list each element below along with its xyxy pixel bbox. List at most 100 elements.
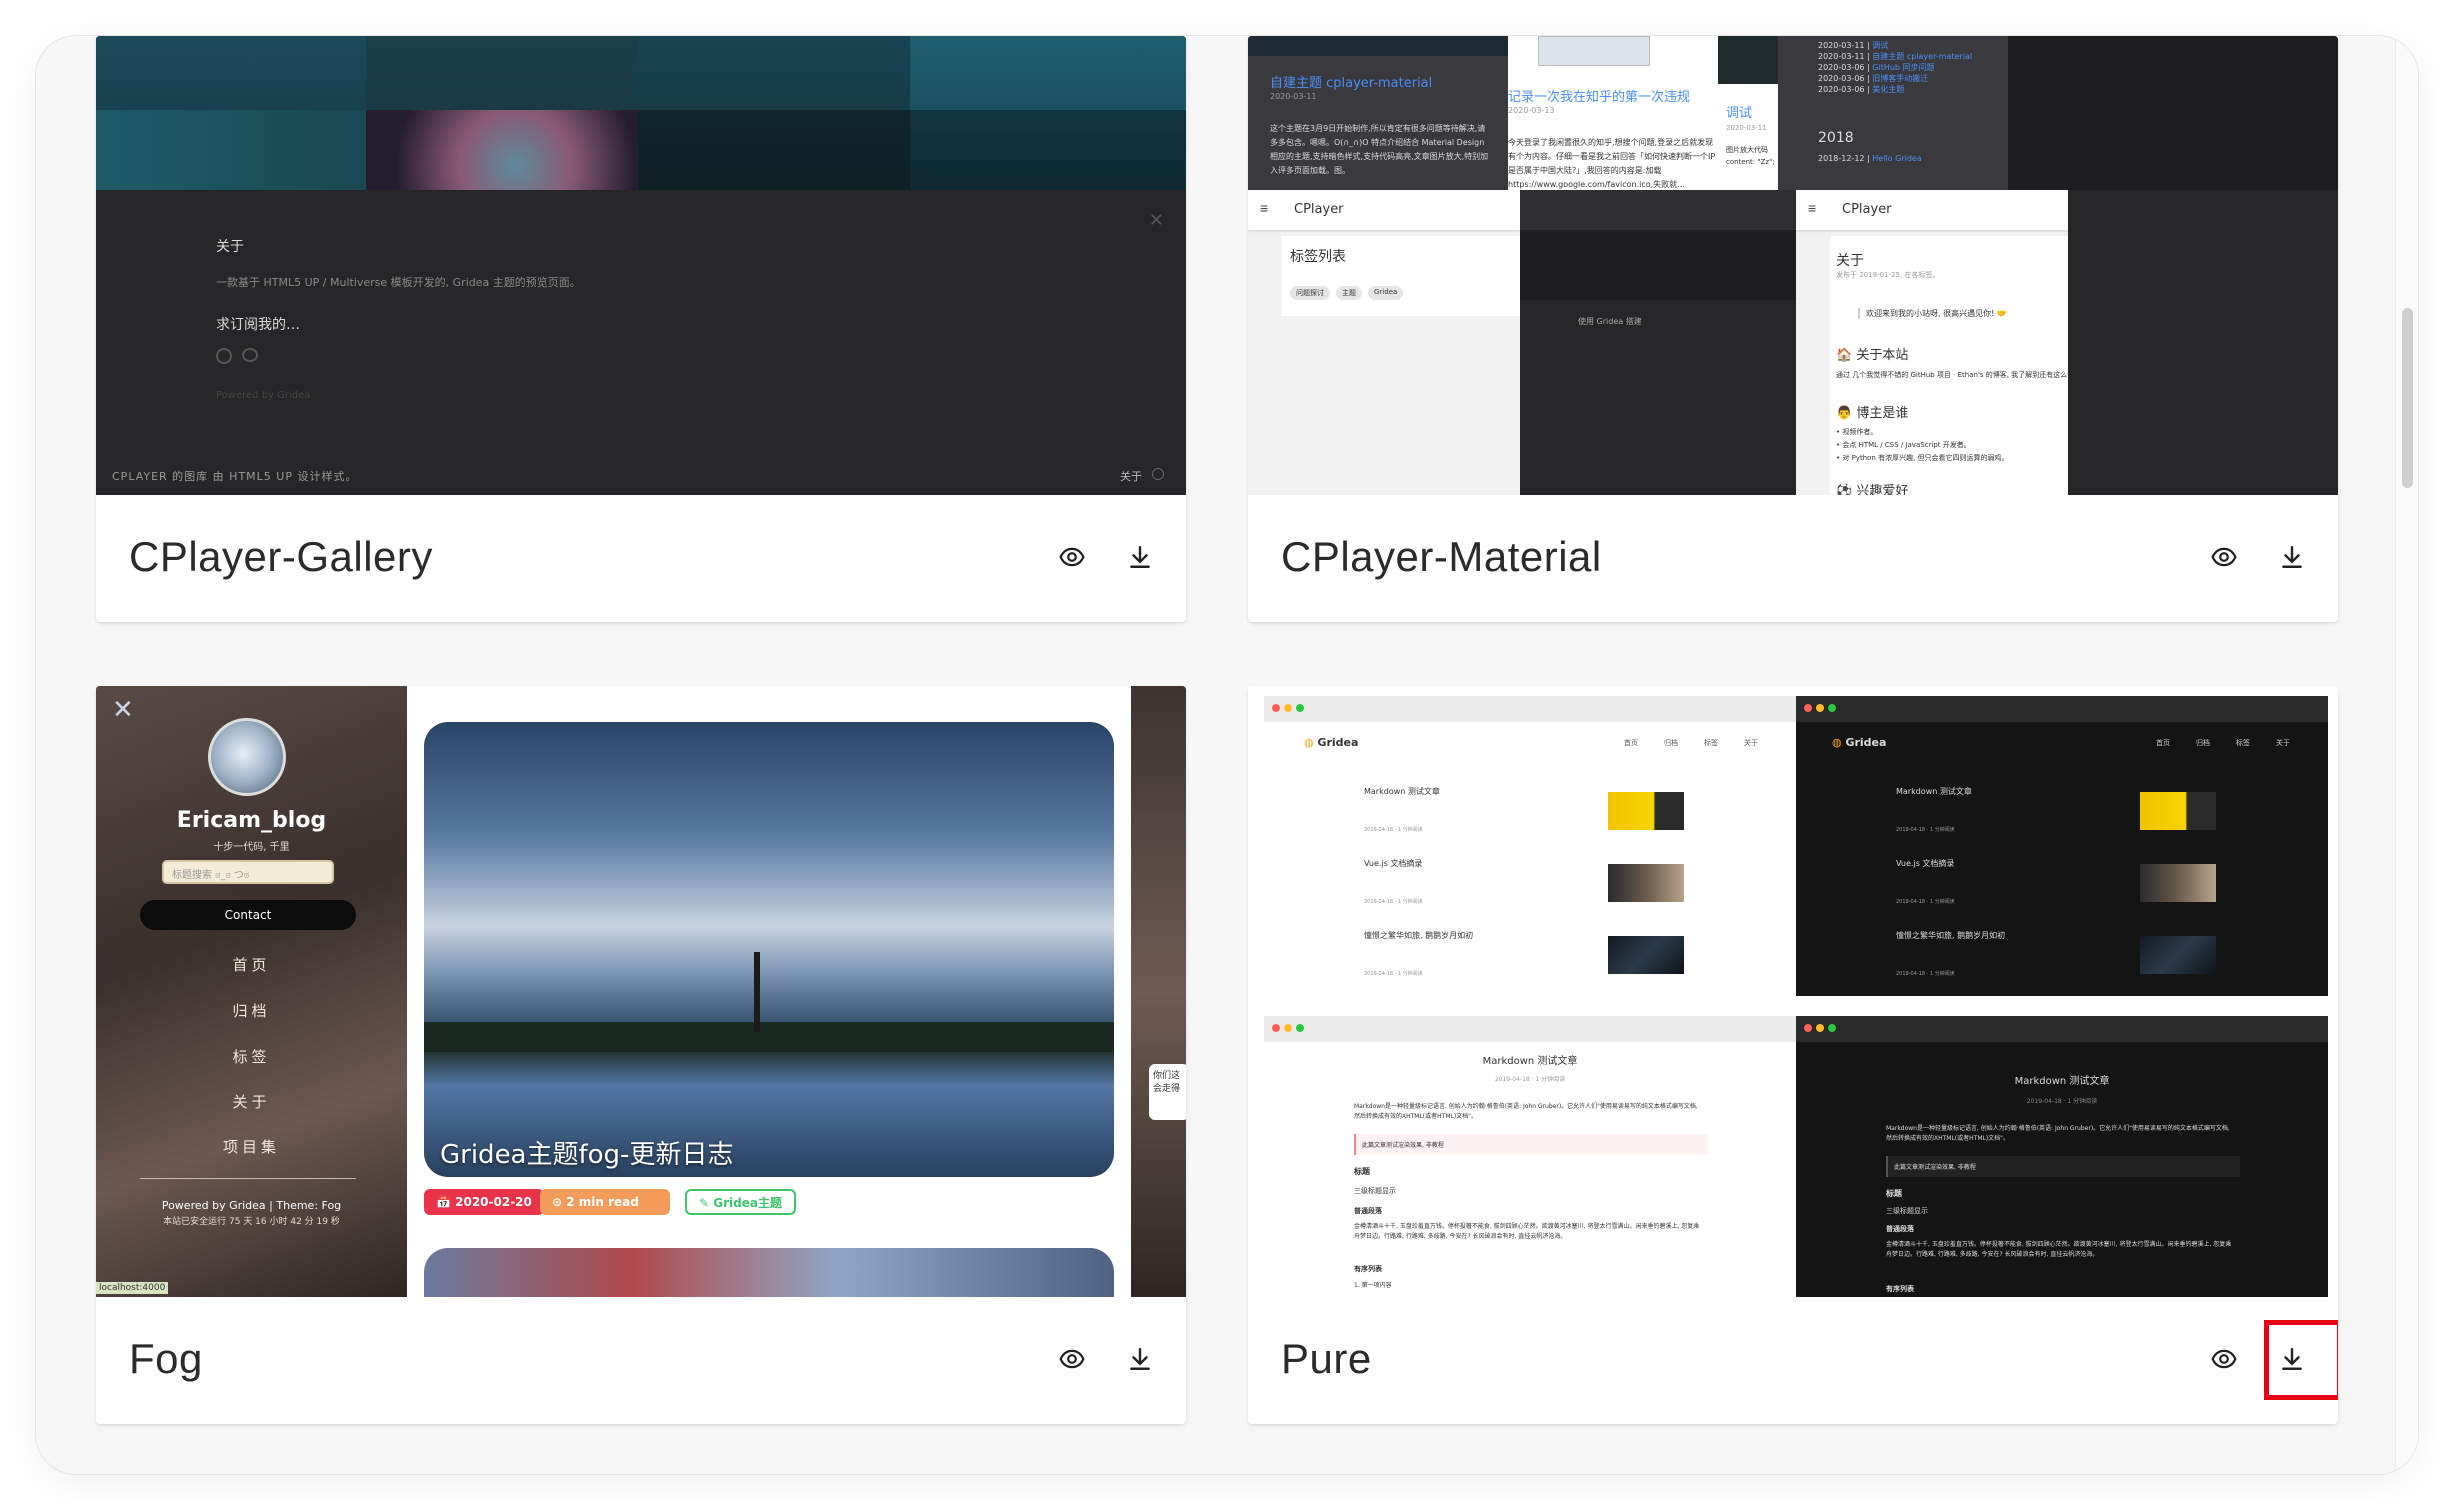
preview-button[interactable] (1050, 535, 1094, 579)
info-icon[interactable] (1152, 468, 1164, 480)
archive-item[interactable]: 2020-03-06 | 旧博客手动搬迁 (1818, 73, 1972, 84)
post-item[interactable]: Markdown 测试文章 2019-04-18 · 1 分钟阅读 (1364, 786, 1684, 850)
eye-icon (1059, 547, 1085, 567)
nav-item[interactable]: 标签 (2236, 738, 2250, 748)
post-title[interactable]: 憧憬之繁华如旅, 鹅鹅岁月如初 (1364, 930, 1473, 941)
pure-light-home: ◍ Gridea 首页 归档 标签 关于 Markdown 测试文章 2019-04-1… (1264, 696, 1796, 996)
post-thumbnail[interactable] (1608, 864, 1684, 902)
download-icon (1130, 1348, 1150, 1370)
nav-item[interactable]: 首页 (1624, 738, 1638, 748)
theme-title: Fog (129, 1335, 203, 1382)
modal-subscribe: 求订阅我的… (216, 317, 300, 333)
nav-item[interactable]: 关于 (1744, 738, 1758, 748)
post-excerpt: 今天登录了我闲置很久的知乎,想搜个问题,登录之后就发现有个为内容。仔细一看是我之… (1508, 138, 1716, 189)
post-item[interactable]: 憧憬之繁华如旅, 鹅鹅岁月如初 2019-04-18 · 1 分钟阅读 (1896, 930, 2216, 994)
archive-item[interactable]: 2020-03-11 | 调试 (1818, 40, 1972, 51)
category-tag[interactable]: ✎ Gridea主题 (685, 1189, 796, 1215)
close-icon[interactable]: ✕ (112, 694, 134, 725)
menu-icon[interactable]: ≡ (1260, 200, 1268, 216)
article-h1: 标题 (1886, 1189, 1902, 1198)
article-quote: 此篇文章测试渲染效果, 非教程 (1886, 1156, 2240, 1177)
nav-item[interactable]: 归档 (2196, 738, 2210, 748)
menu-icon[interactable]: ≡ (1808, 200, 1816, 216)
preview-button[interactable] (2202, 1337, 2246, 1381)
tag-chip[interactable]: 主题 (1336, 286, 1362, 300)
nav-item-about[interactable]: 关于 (96, 1091, 407, 1112)
archive-item[interactable]: 2020-03-11 | 自建主题 cplayer-material (1818, 51, 1972, 62)
post-title[interactable]: 调试 (1726, 102, 1752, 121)
post-thumbnail[interactable] (2140, 792, 2216, 830)
post-meta: 2019-04-18 · 1 分钟阅读 (1364, 899, 1423, 905)
post-thumbnail[interactable] (1608, 936, 1684, 974)
post-item[interactable]: Markdown 测试文章 2019-04-18 · 1 分钟阅读 (1896, 786, 2216, 850)
nav-item[interactable]: 归档 (1664, 738, 1678, 748)
post-title[interactable]: Vue.js 文档摘录 (1364, 858, 1422, 869)
archive-item[interactable]: 2018-12-12 | Hello Gridea (1818, 154, 1922, 163)
tag-chip[interactable]: 问题探讨 (1290, 286, 1330, 300)
eye-icon (2211, 1349, 2237, 1369)
post-thumbnail[interactable] (1608, 792, 1684, 830)
post-item[interactable]: Vue.js 文档摘录 2019-04-18 · 1 分钟阅读 (1364, 858, 1684, 922)
article-intro: Markdown是一种轻量级标记语言, 创始人为约翰·格鲁伯(英语: John … (1354, 1103, 1698, 1120)
theme-preview-image[interactable]: ✕ 关于 一款基于 HTML5 UP / Multiverse 模板开发的, G… (96, 36, 1186, 496)
article-paragraph: 金樽清酒斗十千, 玉盘珍羞直万钱。停杯投箸不能食, 拔剑四顾心茫然。欲渡黄河冰塞… (1354, 1223, 1700, 1240)
nav-item[interactable]: 标签 (1704, 738, 1718, 748)
archive-item[interactable]: 2020-03-06 | GitHub 同步问题 (1818, 62, 1972, 73)
github-icon[interactable] (216, 348, 232, 364)
theme-card-cplayer-gallery: ✕ 关于 一款基于 HTML5 UP / Multiverse 模板开发的, G… (96, 36, 1186, 622)
preview-button[interactable] (1050, 1337, 1094, 1381)
modal-description: 一款基于 HTML5 UP / Multiverse 模板开发的, Gridea… (216, 276, 581, 289)
gallery-footer-right[interactable]: 关于 (1120, 468, 1142, 484)
nav-item[interactable]: 首页 (2156, 738, 2170, 748)
download-button[interactable] (1118, 1337, 1162, 1381)
tags-heading: 标签列表 (1290, 249, 1346, 265)
post-title[interactable]: Markdown 测试文章 (1896, 786, 1972, 797)
post-title[interactable]: 自建主题 cplayer-material (1270, 72, 1432, 91)
theme-card-pure: ◍ Gridea 首页 归档 标签 关于 Markdown 测试文章 2019-04-1… (1248, 686, 2338, 1424)
post-title[interactable]: Markdown 测试文章 (1364, 786, 1440, 797)
post-title[interactable]: 憧憬之繁华如旅, 鹅鹅岁月如初 (1896, 930, 2005, 941)
post-title[interactable]: 记录一次我在知乎的第一次违规 (1508, 86, 1690, 105)
post-thumbnail[interactable] (2140, 864, 2216, 902)
author-item: • 视频作者。 (1836, 428, 1878, 436)
theme-preview-image[interactable]: ◍ Gridea 首页 归档 标签 关于 Markdown 测试文章 2019-04-1… (1248, 686, 2338, 1298)
about-site-heading: 🏠 关于本站 (1836, 348, 1909, 363)
app-window: ✕ 关于 一款基于 HTML5 UP / Multiverse 模板开发的, G… (36, 36, 2418, 1474)
theme-card-cplayer-material: 自建主题 cplayer-material 2020-03-11 这个主题在3月… (1248, 36, 2338, 622)
gallery-photo-strip (96, 36, 1186, 190)
next-post-cover[interactable] (424, 1248, 1114, 1298)
article-h1: 标题 (1354, 1167, 1370, 1176)
download-highlight-box (2264, 1320, 2338, 1400)
post-cover[interactable]: Gridea主题fog-更新日志 (424, 722, 1114, 1177)
post-item[interactable]: Vue.js 文档摘录 2019-04-18 · 1 分钟阅读 (1896, 858, 2216, 922)
post-title[interactable]: Vue.js 文档摘录 (1896, 858, 1954, 869)
article-list-item: 1. 第一项内容 (1354, 1282, 1392, 1289)
scrollbar-thumb[interactable] (2402, 308, 2413, 488)
download-button[interactable] (1118, 535, 1162, 579)
tag-chip[interactable]: Gridea (1368, 286, 1404, 300)
archive-year: 2018 (1818, 130, 1854, 146)
nav-item[interactable]: 关于 (2276, 738, 2290, 748)
scrollbar[interactable] (2395, 36, 2418, 1474)
post-title[interactable]: Gridea主题fog-更新日志 (440, 1134, 733, 1171)
post-item[interactable]: 憧憬之繁华如旅, 鹅鹅岁月如初 2019-04-18 · 1 分钟阅读 (1364, 930, 1684, 994)
theme-preview-image[interactable]: 自建主题 cplayer-material 2020-03-11 这个主题在3月… (1248, 36, 2338, 496)
close-icon[interactable]: ✕ (1149, 210, 1164, 231)
weibo-icon[interactable] (242, 348, 258, 362)
post-thumbnail[interactable] (2140, 936, 2216, 974)
nav-item-home[interactable]: 首页 (96, 954, 407, 975)
preview-button[interactable] (2202, 535, 2246, 579)
nav-item-projects[interactable]: 项目集 (96, 1136, 407, 1157)
uptime-text: 本站已安全运行 75 天 16 小时 42 分 19 秒 (163, 1217, 340, 1227)
nav-item-tags[interactable]: 标签 (96, 1046, 407, 1067)
contact-button[interactable]: Contact (140, 900, 356, 930)
side-note: 你们这 会走得 (1149, 1064, 1186, 1120)
download-icon (1130, 546, 1150, 568)
about-hobby-heading: ⚽ 兴趣爱好 (1836, 484, 1909, 496)
theme-preview-image[interactable]: ✕ Ericam_blog 十步一代码, 千里 标题搜索 ಠ_ಠ つಠ Cont… (96, 686, 1186, 1298)
download-button[interactable] (2270, 535, 2314, 579)
article-paragraph: 金樽清酒斗十千, 玉盘珍羞直万钱。停杯投箸不能食, 拔剑四顾心茫然。欲渡黄河冰塞… (1886, 1241, 2232, 1258)
search-input[interactable]: 标题搜索 ಠ_ಠ つಠ (162, 860, 334, 884)
archive-item[interactable]: 2020-03-06 | 美化主题 (1818, 84, 1972, 95)
nav-item-archive[interactable]: 归档 (96, 1000, 407, 1021)
